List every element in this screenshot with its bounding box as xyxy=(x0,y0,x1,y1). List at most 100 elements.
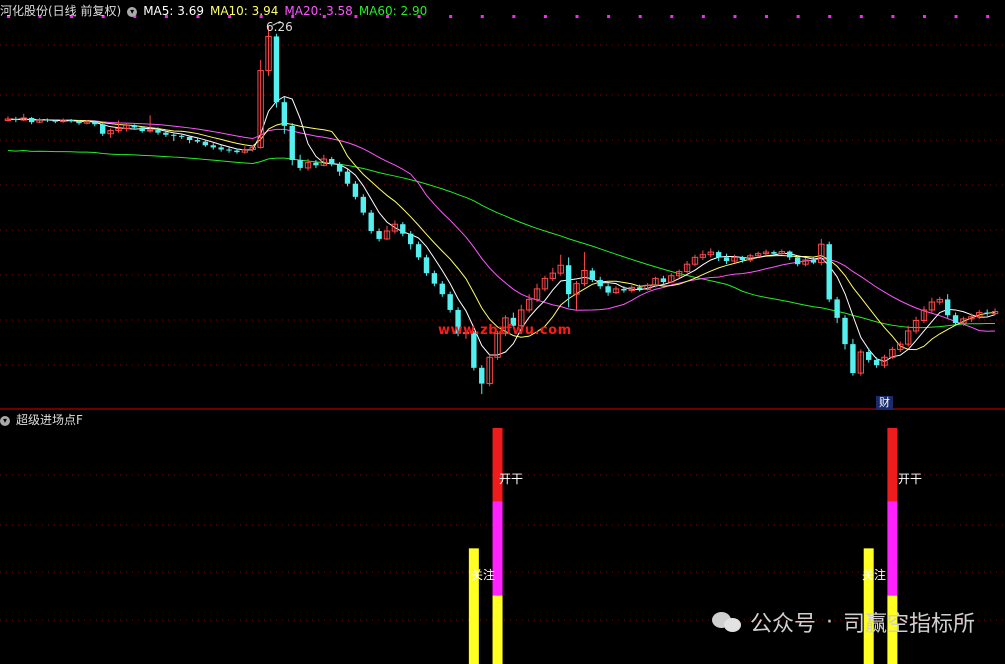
candle-down xyxy=(218,147,224,150)
candle-down xyxy=(131,125,137,128)
candle-down xyxy=(273,36,280,103)
candle-down xyxy=(952,315,959,324)
candle-down xyxy=(210,145,216,148)
period-marker xyxy=(449,15,453,18)
period-marker xyxy=(922,15,926,18)
finance-badge[interactable]: 财 xyxy=(876,396,893,410)
watch-label-2: 关注 xyxy=(862,568,887,582)
candle-down xyxy=(660,278,667,283)
account-separator: · xyxy=(825,609,833,635)
account-name: 司赢空指标所 xyxy=(842,612,975,637)
candle-down xyxy=(944,299,951,316)
period-marker xyxy=(543,15,547,18)
candle-down xyxy=(723,257,730,262)
period-marker xyxy=(828,15,832,18)
signal-bar-yellow xyxy=(492,595,503,664)
period-marker xyxy=(796,15,800,18)
candle-down xyxy=(92,121,98,125)
signal-bar-magenta xyxy=(887,501,898,596)
candle-down xyxy=(715,252,722,258)
wechat-account: 公众号 · 司赢空指标所 xyxy=(711,606,975,638)
candle-down xyxy=(415,244,422,258)
candle-down xyxy=(344,171,351,184)
ma20-value: MA20: 3.58 xyxy=(284,4,353,18)
candle-down xyxy=(313,162,319,166)
open-label-2: 开干 xyxy=(898,472,923,486)
candle-down xyxy=(139,127,145,132)
period-marker xyxy=(733,15,737,18)
candle-down xyxy=(423,257,430,274)
candle-down xyxy=(44,119,51,121)
candle-down xyxy=(76,121,82,124)
watch-label-1: 关注 xyxy=(471,568,496,582)
candle-down xyxy=(28,117,35,123)
ma10-line xyxy=(7,118,996,351)
candle-down xyxy=(407,233,414,245)
candle-down xyxy=(186,136,193,141)
ma60-value: MA60: 2.90 xyxy=(358,4,428,18)
candle-down xyxy=(479,367,485,384)
ma10-value: MA10: 3.94 xyxy=(209,4,279,18)
period-marker xyxy=(607,15,611,18)
candle-down xyxy=(447,294,453,310)
period-marker xyxy=(575,15,579,18)
price-header: 河化股份(日线 前复权) ▾ MA5: 3.69 MA10: 3.94 MA20: 3.… xyxy=(0,2,433,20)
candle-down xyxy=(281,102,288,126)
candle-down xyxy=(376,231,382,239)
candle-down xyxy=(873,359,880,366)
period-marker xyxy=(954,15,958,18)
candle-down xyxy=(842,317,848,345)
candle-down xyxy=(336,164,343,172)
open-label-1: 开干 xyxy=(499,472,524,486)
candle-down xyxy=(289,125,295,161)
chevron-down-icon[interactable]: ▾ xyxy=(127,6,138,17)
candle-down xyxy=(297,160,303,168)
period-marker xyxy=(701,15,705,18)
candle-down xyxy=(826,244,832,300)
period-marker xyxy=(670,15,674,18)
candle-down xyxy=(589,270,596,280)
high-price-label: 6.26 xyxy=(266,20,293,34)
candle-down xyxy=(100,124,106,134)
candle-down xyxy=(163,132,169,135)
candle-down xyxy=(202,141,209,146)
candle-down xyxy=(621,288,627,291)
candle-down xyxy=(739,257,746,260)
candle-down xyxy=(400,224,406,234)
period-marker xyxy=(986,15,990,18)
candle-down xyxy=(636,287,643,290)
candle-down xyxy=(171,134,177,136)
candle-down xyxy=(834,299,840,318)
candle-down xyxy=(605,286,611,293)
account-prefix: 公众号 xyxy=(749,612,816,637)
stock-title: 河化股份(日线 前复权) xyxy=(0,4,122,18)
watermark-text: www.zbzfwu.com xyxy=(438,323,572,338)
candle-down xyxy=(352,183,359,197)
candle-down xyxy=(368,212,374,232)
wechat-icon xyxy=(711,610,742,634)
period-marker xyxy=(512,15,516,18)
candle-down xyxy=(13,118,19,121)
candle-down xyxy=(810,259,817,263)
period-marker xyxy=(765,15,769,18)
indicator-title: 超级进场点F xyxy=(16,413,83,427)
candle-down xyxy=(794,257,801,265)
chevron-down-icon[interactable]: ▾ xyxy=(0,415,10,426)
period-marker xyxy=(480,15,484,18)
candle-down xyxy=(439,283,445,295)
indicator-header: ▾ 超级进场点F xyxy=(0,411,89,429)
candle-down xyxy=(68,120,74,122)
period-marker xyxy=(859,15,863,18)
ma5-value: MA5: 3.69 xyxy=(143,4,204,18)
candle-down xyxy=(226,149,232,151)
candle-down xyxy=(178,135,185,137)
candle-down xyxy=(866,352,872,360)
period-marker xyxy=(638,15,642,18)
candle-down xyxy=(850,344,856,374)
candle-down xyxy=(984,312,990,314)
signal-bar-red xyxy=(887,428,898,502)
candle-down xyxy=(329,158,335,165)
period-marker xyxy=(891,15,895,18)
candle-down xyxy=(787,251,793,258)
candle-down xyxy=(52,120,59,122)
